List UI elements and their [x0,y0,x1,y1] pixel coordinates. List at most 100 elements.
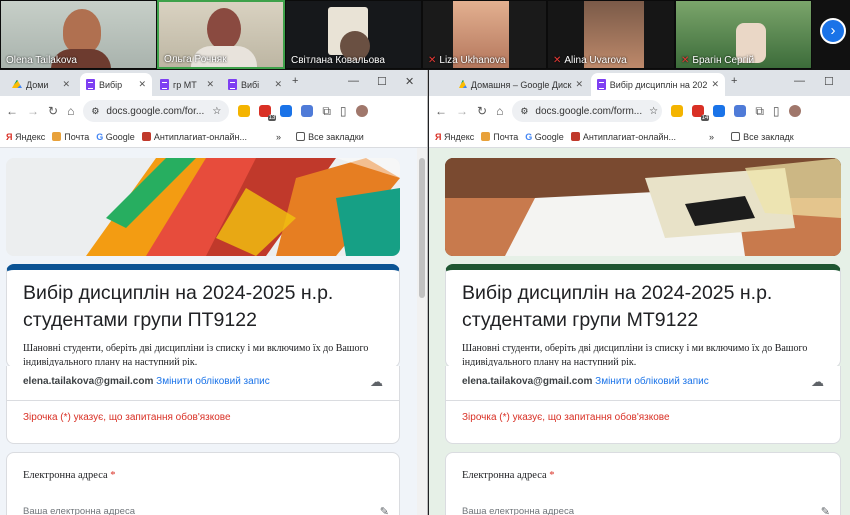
question-title: Електронна адреса [23,470,108,481]
extension-icon[interactable] [238,105,251,117]
new-tab-button[interactable]: + [292,75,298,87]
extension-badge-icon[interactable]: 13 [259,105,277,121]
more-bookmarks-icon[interactable]: » [276,132,281,142]
sidebar-icon[interactable]: ▯ [340,104,347,118]
participant-video [63,9,101,53]
profile-avatar[interactable] [355,105,368,117]
zoom-extension-icon[interactable] [713,105,726,117]
account-email: elena.tailakova@gmail.com [462,376,593,387]
account-card: elena.tailakova@gmail.com Змінити обліко… [445,366,841,444]
account-email: elena.tailakova@gmail.com [23,376,154,387]
required-asterisk: * [549,470,555,481]
form-title: Вибір дисциплін на 2024-2025 н.р. студен… [23,282,334,331]
all-bookmarks-folder[interactable]: Все закладк [731,131,794,142]
bookmark-mail[interactable]: Почта [52,131,89,142]
participant-name: Ольга Рочняк [164,54,227,65]
site-settings-icon[interactable]: ⚙ [520,106,528,117]
question-email-card: Електронна адреса * Ваша електронна адре… [6,452,400,515]
google-drive-icon [459,79,467,88]
tab-google-drive[interactable]: Домашня – Google Диск ✕ [453,73,589,96]
close-tab-icon[interactable]: ✕ [138,79,146,90]
tab-form-other[interactable]: Вибі ✕ [222,73,288,96]
bookmark-star-icon[interactable]: ☆ [649,106,658,117]
maximize-button[interactable]: ☐ [377,75,387,88]
mic-off-icon: ✕ [553,55,562,66]
close-tab-icon[interactable]: ✕ [575,79,583,90]
tab-form-active[interactable]: Вибір дисциплін на 202 ✕ [591,73,725,96]
close-tab-icon[interactable]: ✕ [62,79,70,90]
question-email-card: Електронна адреса * Ваша електронна адре… [445,452,841,515]
tab-bar: Доми ✕ Вибір ✕ гр МТ ✕ Вибі ✕ + — ☐ ✕ [0,70,427,96]
maximize-button[interactable]: ☐ [824,75,834,88]
bookmark-antiplagiat[interactable]: Антиплагиат-онлайн... [570,131,676,142]
switch-account-link[interactable]: Змінити обліковий запис [156,376,270,387]
site-settings-icon[interactable]: ⚙ [91,106,99,117]
tab-form-mt[interactable]: гр МТ ✕ [154,73,220,96]
email-input[interactable]: Ваша електронна адреса [462,506,574,515]
required-note: Зірочка (*) указує, що запитання обов'яз… [23,412,231,423]
left-browser-window: Доми ✕ Вибір ✕ гр МТ ✕ Вибі ✕ + — ☐ ✕ ← → ↻ … [0,70,428,515]
all-bookmarks-folder[interactable]: Все закладки [296,131,364,142]
next-participants-button[interactable]: › [820,18,846,44]
profile-avatar[interactable] [788,105,801,117]
forward-icon[interactable]: → [456,104,468,118]
participant-tile-6[interactable]: ✕ Брагін Сергій [675,0,812,69]
participant-tile-4[interactable]: ✕ Liza Ukhanova [422,0,547,69]
translate-extension-icon[interactable] [301,105,314,117]
account-card: elena.tailakova@gmail.com Змінити обліко… [6,366,400,444]
scrollbar-thumb[interactable] [419,158,425,298]
address-bar[interactable]: ⚙ docs.google.com/form... ☆ [512,100,663,122]
participant-name: ✕ Брагін Сергій [681,55,755,66]
back-icon[interactable]: ← [6,104,18,118]
mic-off-icon: ✕ [428,55,437,66]
google-forms-icon [86,79,95,90]
minimize-button[interactable]: — [794,75,805,87]
bookmark-mail[interactable]: Почта [481,131,518,142]
switch-account-link[interactable]: Змінити обліковий запис [595,376,709,387]
tab-bar: Домашня – Google Диск ✕ Вибір дисциплін н… [429,70,850,96]
close-tab-icon[interactable]: ✕ [206,79,214,90]
bookmark-google[interactable]: G Google [525,132,564,142]
extension-badge-icon[interactable]: 14 [692,105,710,121]
more-bookmarks-icon[interactable]: » [709,132,714,142]
cloud-save-icon: ☁ [811,374,824,389]
forward-icon[interactable]: → [27,104,39,118]
extension-icon[interactable] [671,105,684,117]
edit-pencil-icon[interactable]: ✎ [380,505,389,515]
home-icon[interactable]: ⌂ [67,104,74,118]
bookmark-yandex[interactable]: Я Яндекс [435,132,474,142]
translate-extension-icon[interactable] [734,105,747,117]
scrollbar[interactable] [417,148,427,515]
close-tab-icon[interactable]: ✕ [274,79,282,90]
reload-icon[interactable]: ↻ [48,104,58,118]
sidebar-icon[interactable]: ▯ [773,104,780,118]
participant-name: ✕ Liza Ukhanova [428,55,506,66]
participant-tile-2[interactable]: Ольга Рочняк [157,0,285,69]
participant-tile-1[interactable]: Olena Tailakova [0,0,157,69]
bookmarks-bar: Я Яндекс Почта G Google Антиплагиат-онла… [0,126,427,148]
extensions-puzzle-icon[interactable]: ⧉ [322,104,331,119]
mic-off-icon: ✕ [681,55,690,66]
bookmark-star-icon[interactable]: ☆ [212,106,221,117]
tab-google-drive[interactable]: Доми ✕ [6,73,76,96]
tab-form-active[interactable]: Вибір ✕ [80,73,152,96]
bookmark-google[interactable]: G Google [96,132,135,142]
minimize-button[interactable]: — [348,75,359,87]
close-tab-icon[interactable]: ✕ [711,79,719,90]
edit-pencil-icon[interactable]: ✎ [821,505,830,515]
form-page: Вибір дисциплін на 2024-2025 н.р. студен… [429,148,850,515]
reload-icon[interactable]: ↻ [477,104,487,118]
address-bar[interactable]: ⚙ docs.google.com/for... ☆ [83,100,230,122]
bookmark-antiplagiat[interactable]: Антиплагиат-онлайн... [141,131,247,142]
extensions-puzzle-icon[interactable]: ⧉ [755,104,764,119]
participant-tile-3[interactable]: Світлана Ковальова [285,0,422,69]
google-forms-icon [597,79,606,90]
home-icon[interactable]: ⌂ [496,104,503,118]
zoom-extension-icon[interactable] [280,105,293,117]
participant-tile-5[interactable]: ✕ Alina Uvarova [547,0,675,69]
back-icon[interactable]: ← [435,104,447,118]
email-input[interactable]: Ваша електронна адреса [23,506,135,515]
close-window-button[interactable]: ✕ [405,75,414,88]
new-tab-button[interactable]: + [731,75,737,87]
bookmark-yandex[interactable]: Я Яндекс [6,132,45,142]
